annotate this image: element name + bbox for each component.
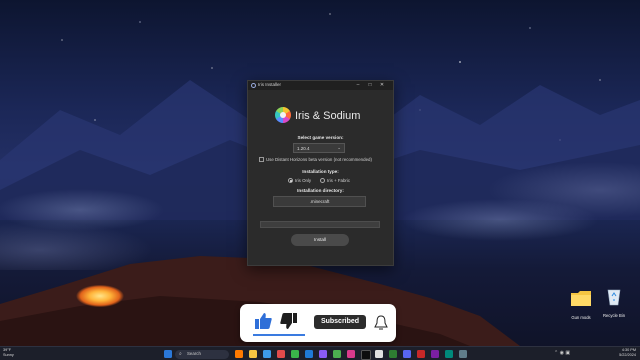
- subscribe-button[interactable]: Subscribed: [314, 315, 366, 329]
- app-title: Iris & Sodium: [295, 110, 361, 122]
- system-tray-icons[interactable]: ⌃ ◉ ▣: [554, 350, 570, 356]
- minimize-button[interactable]: –: [353, 81, 363, 90]
- taskbar-app-icon[interactable]: [347, 350, 355, 358]
- start-icon[interactable]: [164, 350, 172, 358]
- weather-text: Sunny: [3, 353, 14, 357]
- taskbar-app-icon[interactable]: [389, 350, 397, 358]
- directory-value: .minecraft: [309, 199, 330, 204]
- radio-iris-only[interactable]: [288, 178, 293, 183]
- directory-field[interactable]: .minecraft: [273, 196, 366, 207]
- window-title: Iris Installer: [258, 82, 282, 87]
- chevron-down-icon: ⌄: [337, 145, 341, 150]
- taskbar-app-icon[interactable]: [445, 350, 453, 358]
- installer-window: Iris Installer – □ ✕ Iris & Sodium Selec…: [247, 80, 394, 266]
- taskbar-app-icon[interactable]: [431, 350, 439, 358]
- close-button[interactable]: ✕: [377, 81, 387, 90]
- campfire-glow: [70, 278, 130, 308]
- radio-iris-only-label: Iris Only: [295, 178, 312, 183]
- clock[interactable]: 4:30 PM 5/22/2024: [619, 348, 636, 358]
- install-button[interactable]: Install: [291, 234, 349, 246]
- iris-logo-icon: [275, 107, 291, 123]
- radio-iris-fabric[interactable]: [320, 178, 325, 183]
- edge-icon[interactable]: [263, 350, 271, 358]
- taskbar-app-icon[interactable]: [417, 350, 425, 358]
- recycle-bin-icon: [607, 289, 621, 306]
- desktop-icon-recycle-bin[interactable]: Recycle Bin: [598, 286, 630, 318]
- taskbar-app-icon[interactable]: [333, 350, 341, 358]
- taskbar-app-icon[interactable]: [459, 350, 467, 358]
- version-select[interactable]: 1.20.4 ⌄: [293, 143, 345, 153]
- search-placeholder: Search: [187, 350, 201, 356]
- subscribe-overlay: Subscribed: [240, 304, 396, 342]
- distant-horizons-checkbox[interactable]: [259, 157, 264, 162]
- version-label: Select game version:: [297, 135, 344, 140]
- desktop-icon-label: Gun mods: [571, 315, 591, 320]
- taskbar-app-icon[interactable]: [375, 350, 383, 358]
- directory-label: Installation directory:: [297, 188, 344, 193]
- weather-widget[interactable]: 39°F Sunny: [3, 348, 14, 358]
- app-icon: [251, 83, 256, 88]
- maximize-button[interactable]: □: [365, 81, 375, 90]
- taskbar-app-icon[interactable]: [361, 350, 371, 360]
- folder-icon: [571, 291, 591, 306]
- desktop-icon-gun-mods[interactable]: Gun mods: [565, 288, 597, 320]
- taskbar-app-icon[interactable]: [235, 350, 243, 358]
- radio-iris-fabric-label: Iris + Fabric: [327, 178, 351, 183]
- taskbar: 39°F Sunny ⌕ Search ⌃ ◉ ▣ 4:30 PM 5/22/2…: [0, 346, 640, 360]
- taskbar-app-icon[interactable]: [319, 350, 327, 358]
- like-underline: [253, 334, 305, 336]
- clock-date: 5/22/2024: [619, 353, 636, 357]
- bell-icon[interactable]: [374, 314, 388, 332]
- file-explorer-icon[interactable]: [249, 350, 257, 358]
- taskbar-app-icon[interactable]: [403, 350, 411, 358]
- desktop-icon-label: Recycle Bin: [602, 313, 626, 318]
- thumbs-down-icon[interactable]: [280, 312, 298, 330]
- search-icon: ⌕: [179, 350, 182, 357]
- thumbs-up-icon[interactable]: [254, 312, 272, 330]
- version-value: 1.20.4: [297, 145, 310, 151]
- taskbar-app-icon[interactable]: [305, 350, 313, 358]
- title-bar[interactable]: Iris Installer – □ ✕: [248, 81, 393, 90]
- install-type-label: Installation type:: [302, 169, 339, 174]
- taskbar-app-icon[interactable]: [291, 350, 299, 358]
- taskbar-search[interactable]: ⌕ Search: [175, 349, 229, 359]
- distant-horizons-label: Use Distant Horizons beta version (not r…: [266, 157, 372, 162]
- taskbar-app-icon[interactable]: [277, 350, 285, 358]
- install-progress-bar: [260, 221, 380, 228]
